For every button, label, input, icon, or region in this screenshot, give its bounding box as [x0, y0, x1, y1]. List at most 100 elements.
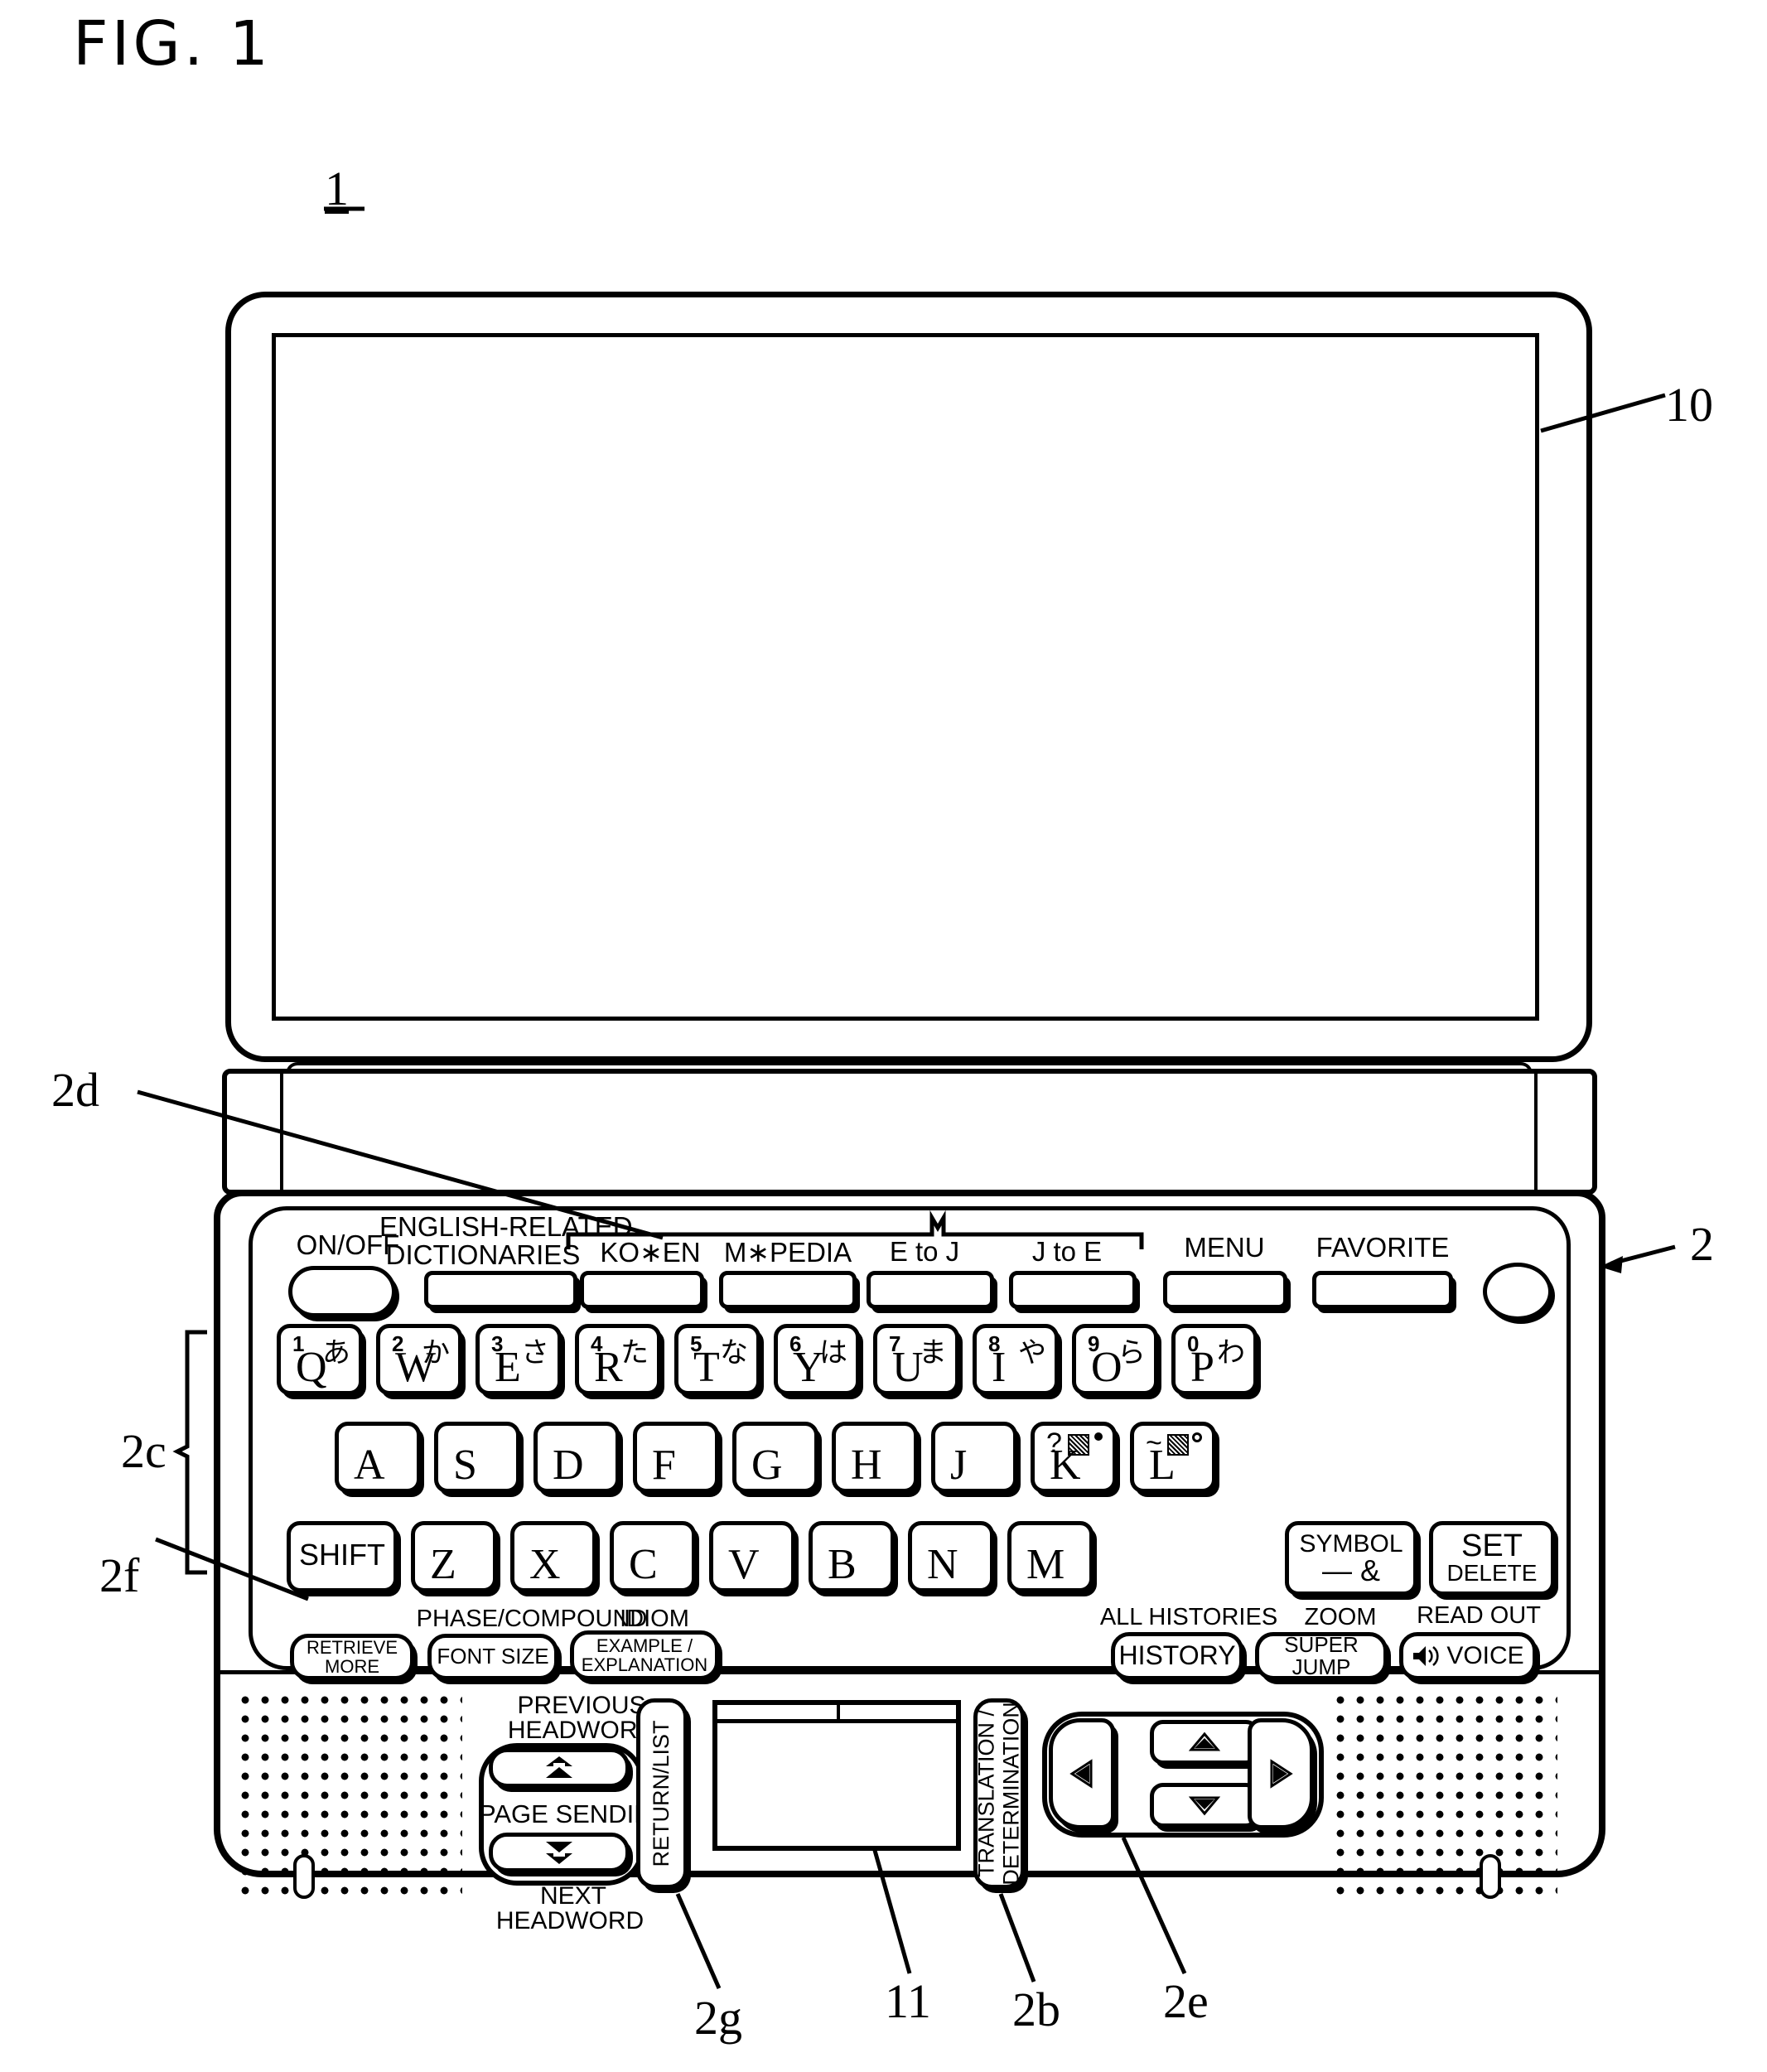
dictionary-key-j-to-e[interactable] [1009, 1271, 1137, 1309]
key-letter-label: Q [296, 1344, 327, 1391]
key-e[interactable]: 3さE [476, 1324, 562, 1395]
cursor-key-down[interactable] [1150, 1783, 1259, 1828]
key-caption-ko-en: KO∗EN [600, 1237, 701, 1268]
menu-key[interactable] [1163, 1271, 1287, 1309]
key-m[interactable]: M [1007, 1521, 1094, 1592]
retrieve-more-key[interactable]: RETRIEVE MORE [290, 1634, 414, 1680]
double-up-arrow-icon [546, 1756, 572, 1778]
key-c[interactable]: C [610, 1521, 696, 1592]
caption-next-headword-line2: HEADWORD [495, 1907, 645, 1934]
key-letter-label: D [553, 1442, 584, 1489]
key-q[interactable]: 1あQ [277, 1324, 363, 1395]
previous-headword-key[interactable] [489, 1748, 630, 1788]
dictionaries-caption-line1: ENGLISH-RELATED [379, 1211, 633, 1242]
history-key[interactable]: HISTORY [1111, 1632, 1243, 1680]
key-o[interactable]: 9らO [1072, 1324, 1158, 1395]
key-letter-label: A [354, 1442, 385, 1489]
example-explanation-key[interactable]: EXAMPLE / EXPLANATION [570, 1630, 719, 1680]
return-list-key[interactable]: RETURN/LIST [636, 1698, 688, 1889]
key-kana-legend: や [1018, 1336, 1046, 1369]
key-x[interactable]: X [510, 1521, 596, 1592]
return-list-label: RETURN/LIST [649, 1720, 674, 1867]
example-label-line1: EXAMPLE / [596, 1635, 693, 1656]
ref-label-dictionary-keys: 2d [51, 1063, 99, 1117]
key-letter-label: J [950, 1442, 968, 1489]
key-z[interactable]: Z [411, 1521, 497, 1592]
key-t[interactable]: 5なT [674, 1324, 760, 1395]
voice-key[interactable]: VOICE [1399, 1632, 1537, 1680]
key-letter-label: T [693, 1344, 720, 1391]
key-caption-favorite: FAVORITE [1316, 1232, 1450, 1263]
key-letter-label: L [1149, 1442, 1176, 1489]
key-y[interactable]: 6はY [774, 1324, 860, 1395]
caption-idiom: IDIOM [620, 1606, 689, 1632]
key-d[interactable]: D [533, 1422, 620, 1493]
dictionary-key-m-pedia[interactable] [719, 1271, 857, 1309]
translation-determination-label: TRANSLATION / DETERMINATION [973, 1702, 1023, 1886]
key-letter-label: I [992, 1344, 1007, 1391]
dictionary-key-e-to-j[interactable] [867, 1271, 994, 1309]
retrieve-more-label-line1: RETRIEVE [306, 1636, 398, 1658]
ref-label-shift-key: 2f [99, 1548, 140, 1602]
touchpad[interactable] [712, 1700, 961, 1851]
key-a[interactable]: A [335, 1422, 421, 1493]
handakuten-ring-icon [1192, 1432, 1202, 1442]
dakuten-dot-icon [1094, 1432, 1103, 1441]
key-letter-label: W [395, 1344, 437, 1391]
dictionary-key-english-related[interactable] [424, 1271, 577, 1309]
dictionaries-caption-line2: DICTIONARIES [385, 1239, 581, 1270]
key-letter-label: B [828, 1541, 857, 1588]
font-size-key[interactable]: FONT SIZE [427, 1634, 558, 1680]
translation-determination-key[interactable]: TRANSLATION / DETERMINATION [973, 1698, 1025, 1889]
up-arrow-icon [1189, 1731, 1220, 1751]
caption-page-sending: PAGE SENDING [479, 1799, 673, 1828]
power-key[interactable] [288, 1266, 396, 1317]
key-s[interactable]: S [434, 1422, 520, 1493]
key-r[interactable]: 4たR [575, 1324, 661, 1395]
key-j[interactable]: J [931, 1422, 1017, 1493]
key-v[interactable]: V [709, 1521, 795, 1592]
key-b[interactable]: B [809, 1521, 895, 1592]
history-label: HISTORY [1118, 1640, 1236, 1671]
set-delete-key[interactable]: SET DELETE [1429, 1521, 1555, 1596]
speaker-slot-left [293, 1854, 315, 1899]
symbol-key[interactable]: SYMBOL — & [1285, 1521, 1417, 1596]
key-caption-menu: MENU [1184, 1232, 1265, 1263]
key-n[interactable]: N [908, 1521, 994, 1592]
key-letter-label: O [1091, 1344, 1122, 1391]
key-w[interactable]: 2かW [376, 1324, 462, 1395]
key-kana-legend: た [620, 1336, 649, 1369]
key-letter-label: E [495, 1344, 521, 1391]
symbol-key-label-bottom: — & [1321, 1553, 1380, 1587]
dictionary-key-ko-en[interactable] [580, 1271, 704, 1309]
cursor-key-up[interactable] [1150, 1720, 1259, 1765]
key-l[interactable]: ~ L [1130, 1422, 1216, 1493]
determination-label-line2: DETERMINATION [998, 1702, 1023, 1886]
key-shift[interactable]: SHIFT [287, 1521, 398, 1592]
display-screen [272, 333, 1539, 1021]
super-jump-key[interactable]: SUPER JUMP [1255, 1632, 1388, 1680]
key-letter-label: C [629, 1541, 658, 1588]
speaker-grille-left [240, 1695, 462, 1901]
ref-label-base: 2 [1690, 1217, 1714, 1271]
round-indicator-button[interactable] [1483, 1263, 1552, 1321]
favorite-key[interactable] [1312, 1271, 1453, 1309]
key-u[interactable]: 7まU [873, 1324, 959, 1395]
cursor-key-right[interactable] [1248, 1718, 1314, 1829]
font-size-label: FONT SIZE [437, 1644, 549, 1669]
hinge-block [222, 1069, 1597, 1195]
key-h[interactable]: H [832, 1422, 918, 1493]
key-i[interactable]: 8やI [973, 1324, 1059, 1395]
key-g[interactable]: G [732, 1422, 818, 1493]
key-letter-label: X [529, 1541, 561, 1588]
key-p[interactable]: 0わP [1171, 1324, 1258, 1395]
key-letter-label: V [728, 1541, 760, 1588]
key-k[interactable]: ? K [1031, 1422, 1117, 1493]
next-headword-key[interactable] [489, 1833, 630, 1872]
key-f[interactable]: F [633, 1422, 719, 1493]
double-down-arrow-icon [546, 1842, 572, 1864]
key-kana-legend: わ [1217, 1336, 1245, 1369]
hinge-seam-right [1534, 1074, 1538, 1196]
cursor-key-left[interactable] [1049, 1718, 1115, 1829]
caption-zoom: ZOOM [1304, 1604, 1377, 1630]
